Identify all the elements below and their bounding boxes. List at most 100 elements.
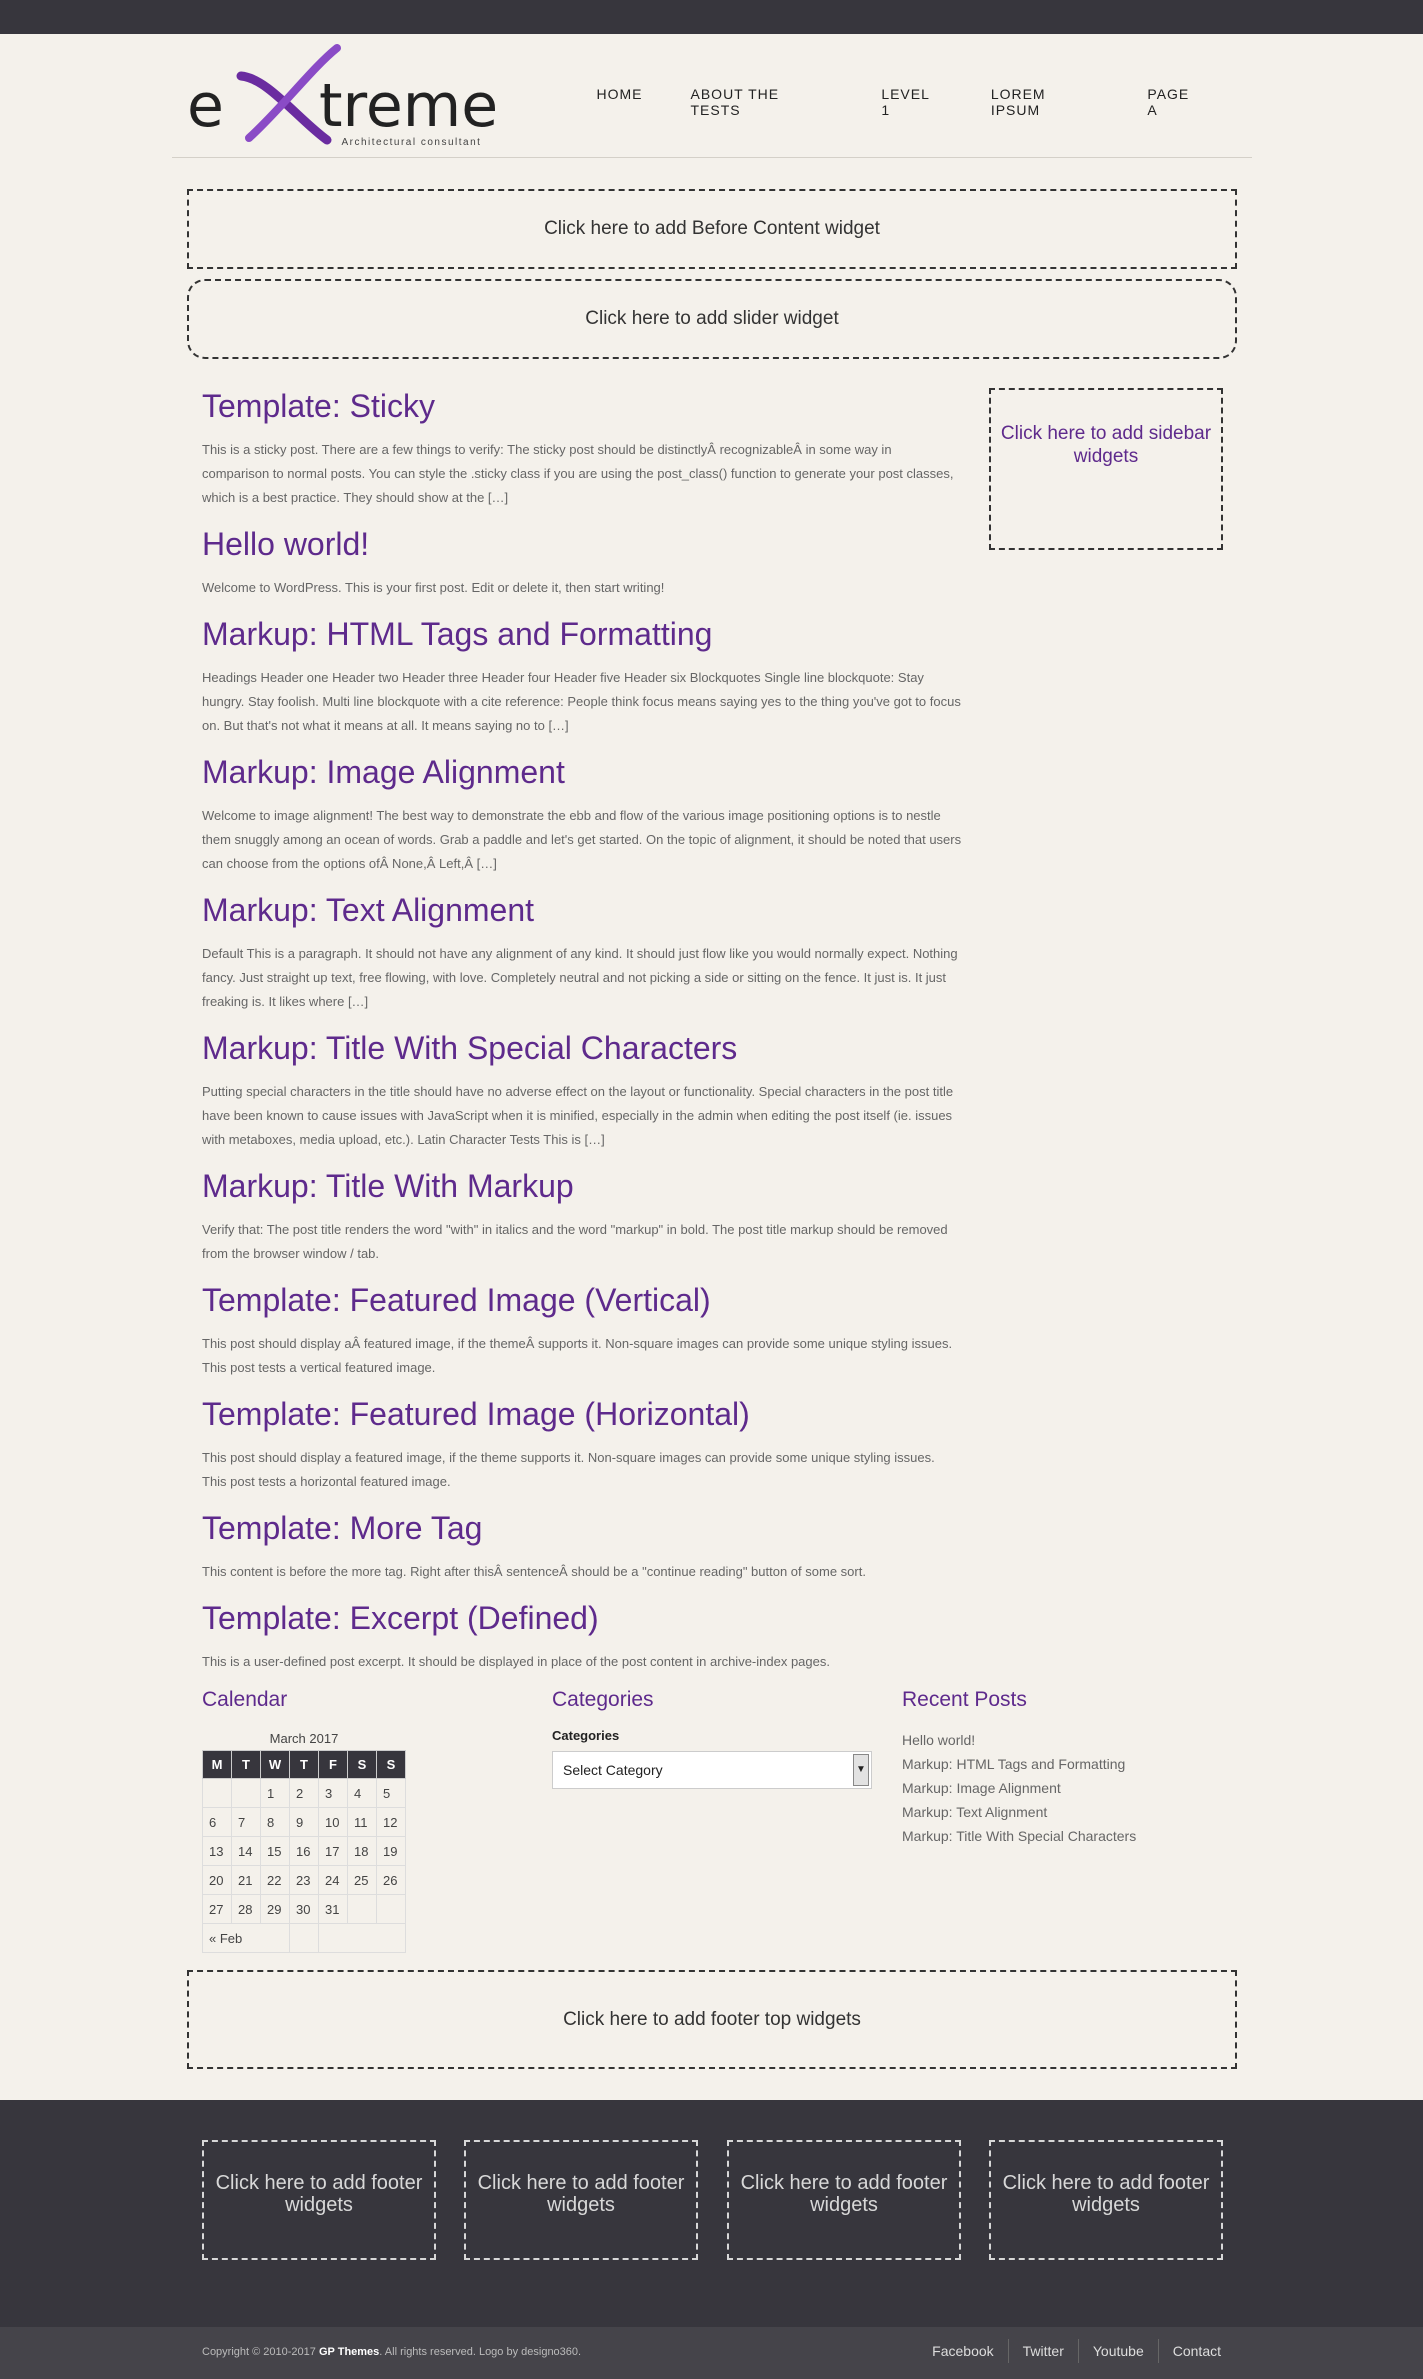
calendar-day: 26 (376, 1865, 406, 1895)
recent-posts-list: Hello world! Markup: HTML Tags and Forma… (902, 1728, 1222, 1848)
calendar-day: 14 (231, 1836, 261, 1866)
sidebar-widget-area[interactable]: Click here to add sidebar widgets (989, 388, 1223, 550)
calendar-pad (289, 1923, 319, 1953)
svg-text:e: e (187, 71, 224, 141)
calendar-day-header: S (347, 1750, 377, 1779)
post-title[interactable]: Template: Excerpt (Defined) (202, 1598, 962, 1638)
post-item: Template: Featured Image (Vertical) This… (202, 1280, 962, 1380)
post-title[interactable]: Markup: HTML Tags and Formatting (202, 614, 962, 654)
calendar-day: 10 (318, 1807, 348, 1837)
calendar-widget: Calendar March 2017 M T W T F S S 1 2 3 … (202, 1688, 412, 1953)
nav-lorem-ipsum[interactable]: LOREM IPSUM (991, 86, 1100, 118)
before-content-widget-area[interactable]: Click here to add Before Content widget (187, 189, 1237, 269)
categories-widget: Categories Categories Select Category ▼ (552, 1688, 872, 1789)
recent-post-link[interactable]: Markup: HTML Tags and Formatting (902, 1752, 1222, 1776)
calendar-next-link (318, 1923, 406, 1953)
svg-text:treme: treme (319, 71, 498, 141)
calendar-day: 22 (260, 1865, 290, 1895)
calendar-day: 21 (231, 1865, 261, 1895)
calendar-week: 1 2 3 4 5 (202, 1778, 406, 1808)
calendar-day: 15 (260, 1836, 290, 1866)
recent-post-link[interactable]: Markup: Text Alignment (902, 1800, 1222, 1824)
social-links: Facebook Twitter Youtube Contact (918, 2339, 1221, 2363)
logo-graphic: e treme (187, 44, 498, 145)
recent-posts-title: Recent Posts (902, 1688, 1027, 1711)
post-item: Hello world! Welcome to WordPress. This … (202, 524, 962, 600)
footer-widget-area-4[interactable]: Click here to add footer widgets (989, 2140, 1223, 2260)
calendar-day (202, 1778, 232, 1808)
copyright-suffix: . All rights reserved. Logo by designo36… (379, 2346, 582, 2358)
footer-widget-area-1[interactable]: Click here to add footer widgets (202, 2140, 436, 2260)
calendar-nav-row: « Feb (202, 1923, 406, 1953)
recent-post-link[interactable]: Markup: Image Alignment (902, 1776, 1222, 1800)
calendar-week: 6 7 8 9 10 11 12 (202, 1807, 406, 1837)
post-excerpt: This is a sticky post. There are a few t… (202, 442, 954, 505)
post-title[interactable]: Template: Featured Image (Horizontal) (202, 1394, 962, 1434)
calendar-day-header: M (202, 1750, 232, 1779)
footer-widget-area-3[interactable]: Click here to add footer widgets (727, 2140, 961, 2260)
calendar-day: 23 (289, 1865, 319, 1895)
calendar-day: 5 (376, 1778, 406, 1808)
post-title[interactable]: Template: More Tag (202, 1508, 962, 1548)
facebook-link[interactable]: Facebook (918, 2339, 1007, 2363)
contact-link[interactable]: Contact (1157, 2339, 1221, 2363)
post-title[interactable]: Template: Sticky (202, 386, 962, 426)
calendar-day-header: T (231, 1750, 261, 1779)
post-item: Markup: Title With Special Characters Pu… (202, 1028, 962, 1152)
calendar-day: 12 (376, 1807, 406, 1837)
youtube-link[interactable]: Youtube (1077, 2339, 1158, 2363)
post-excerpt: Default This is a paragraph. It should n… (202, 946, 958, 1009)
calendar-day: 8 (260, 1807, 290, 1837)
post-title[interactable]: Markup: Title With Special Characters (202, 1028, 962, 1068)
post-excerpt: Headings Header one Header two Header th… (202, 670, 961, 733)
calendar-week: 13 14 15 16 17 18 19 (202, 1836, 406, 1866)
calendar-day: 25 (347, 1865, 377, 1895)
post-title[interactable]: Markup: Title With Markup (202, 1166, 962, 1206)
post-title[interactable]: Hello world! (202, 524, 962, 564)
nav-home[interactable]: HOME (597, 86, 643, 118)
categories-label: Categories (552, 1728, 620, 1743)
nav-page-a[interactable]: PAGE A (1147, 86, 1203, 118)
post-excerpt: This content is before the more tag. Rig… (202, 1564, 866, 1579)
calendar-day: 4 (347, 1778, 377, 1808)
site-logo[interactable]: e treme Architectural consultant (187, 38, 517, 148)
post-title[interactable]: Markup: Text Alignment (202, 890, 962, 930)
calendar-day: 13 (202, 1836, 232, 1866)
calendar-day: 28 (231, 1894, 261, 1924)
calendar-day: 1 (260, 1778, 290, 1808)
post-item: Template: Featured Image (Horizontal) Th… (202, 1394, 962, 1494)
post-item: Markup: Title With Markup Verify that: T… (202, 1166, 962, 1266)
recent-post-link[interactable]: Hello world! (902, 1728, 1222, 1752)
post-excerpt: This is a user-defined post excerpt. It … (202, 1654, 830, 1669)
slider-widget-area[interactable]: Click here to add slider widget (187, 279, 1237, 359)
calendar-day: 24 (318, 1865, 348, 1895)
calendar-day: 27 (202, 1894, 232, 1924)
copyright-brand[interactable]: GP Themes (319, 2346, 379, 2358)
twitter-link[interactable]: Twitter (1007, 2339, 1078, 2363)
calendar-day (376, 1894, 406, 1924)
footer-top-widget-area[interactable]: Click here to add footer top widgets (187, 1970, 1237, 2069)
calendar-prev-link[interactable]: « Feb (202, 1923, 290, 1953)
footer-widget-area-2[interactable]: Click here to add footer widgets (464, 2140, 698, 2260)
categories-title: Categories (552, 1688, 654, 1711)
calendar-week: 27 28 29 30 31 (202, 1894, 406, 1924)
nav-about-the-tests[interactable]: ABOUT THE TESTS (691, 86, 834, 118)
calendar-day (347, 1894, 377, 1924)
category-select[interactable]: Select Category ▼ (552, 1751, 872, 1789)
recent-post-link[interactable]: Markup: Title With Special Characters (902, 1824, 1222, 1848)
calendar-day: 7 (231, 1807, 261, 1837)
bottom-bar: Copyright © 2010-2017 GP Themes. All rig… (0, 2327, 1423, 2379)
post-title[interactable]: Template: Featured Image (Vertical) (202, 1280, 962, 1320)
calendar-day: 17 (318, 1836, 348, 1866)
calendar-day: 29 (260, 1894, 290, 1924)
chevron-down-icon[interactable]: ▼ (853, 1754, 869, 1786)
calendar-day: 30 (289, 1894, 319, 1924)
copyright-text: Copyright © 2010-2017 GP Themes. All rig… (202, 2346, 581, 2358)
post-item: Template: Sticky This is a sticky post. … (202, 386, 962, 510)
calendar-day-header: S (376, 1750, 406, 1779)
copyright-prefix: Copyright © 2010-2017 (202, 2346, 316, 2358)
calendar-day: 31 (318, 1894, 348, 1924)
calendar-day: 2 (289, 1778, 319, 1808)
post-title[interactable]: Markup: Image Alignment (202, 752, 962, 792)
nav-level-1[interactable]: LEVEL 1 (881, 86, 943, 118)
